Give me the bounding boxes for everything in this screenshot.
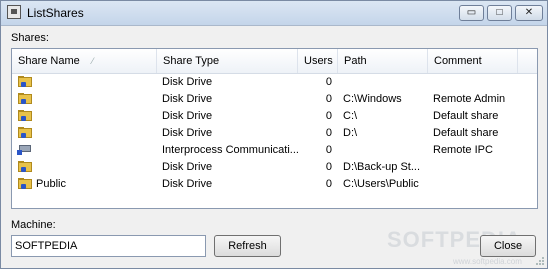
- share-name-cell: [17, 142, 157, 159]
- path-cell: [343, 74, 431, 91]
- column-header-filler: [518, 49, 537, 73]
- close-window-button[interactable]: ✕: [515, 5, 543, 21]
- title-bar[interactable]: ListShares ▭ □ ✕: [1, 1, 547, 26]
- share-name-cell: [17, 74, 157, 91]
- share-name-cell: [17, 108, 157, 125]
- users-cell: 0: [325, 93, 332, 105]
- path-cell: C:\Users\Public: [343, 178, 419, 190]
- table-row[interactable]: Disk Drive 0 D:\ Default share: [12, 125, 537, 142]
- column-header-share-name[interactable]: Share Name ⁄: [12, 49, 157, 73]
- sort-indicator-icon: ⁄: [92, 56, 94, 66]
- path-cell: D:\: [343, 127, 358, 139]
- path-cell: [343, 142, 431, 159]
- share-type-cell: Disk Drive: [162, 161, 213, 173]
- table-row[interactable]: Disk Drive 0 C:\Windows Remote Admin: [12, 91, 537, 108]
- share-type-cell: Disk Drive: [162, 93, 213, 105]
- column-header-comment[interactable]: Comment: [428, 49, 518, 73]
- close-icon: ✕: [524, 7, 534, 18]
- share-type-cell: Disk Drive: [162, 110, 213, 122]
- share-name-cell: [17, 125, 157, 142]
- column-header-users[interactable]: Users: [298, 49, 338, 73]
- column-header-path[interactable]: Path: [338, 49, 428, 73]
- machine-label: Machine:: [11, 219, 56, 231]
- shared-folder-icon: [17, 110, 33, 122]
- comment-cell: [433, 159, 533, 176]
- share-name-cell: [17, 159, 157, 176]
- maximize-button[interactable]: □: [487, 5, 512, 21]
- window-title: ListShares: [27, 6, 84, 20]
- column-label: Share Name: [18, 55, 80, 67]
- resize-grip-icon[interactable]: [535, 256, 545, 266]
- share-type-cell: Disk Drive: [162, 76, 213, 88]
- list-header: Share Name ⁄ Share Type Users Path Comme…: [12, 49, 537, 74]
- maximize-icon: □: [496, 7, 503, 18]
- listshares-window: ListShares ▭ □ ✕ Shares: Share Name ⁄ Sh…: [0, 0, 548, 269]
- shared-folder-icon: [17, 76, 33, 88]
- shared-folder-icon: [17, 127, 33, 139]
- table-row[interactable]: Disk Drive 0 D:\Back-up St...: [12, 159, 537, 176]
- share-type-cell: Disk Drive: [162, 178, 213, 190]
- minimize-icon: ▭: [466, 7, 477, 18]
- comment-cell: Default share: [433, 110, 499, 122]
- shares-list[interactable]: Share Name ⁄ Share Type Users Path Comme…: [11, 48, 538, 209]
- users-cell: 0: [325, 144, 332, 156]
- table-row[interactable]: Disk Drive 0 C:\ Default share: [12, 108, 537, 125]
- table-row[interactable]: Interprocess Communicati... 0 Remote IPC: [12, 142, 537, 159]
- users-cell: 0: [325, 76, 332, 88]
- path-cell: C:\Windows: [343, 93, 402, 105]
- share-name-cell: [17, 91, 157, 108]
- ipc-share-icon: [17, 145, 33, 155]
- share-type-cell: Disk Drive: [162, 127, 213, 139]
- shares-label: Shares:: [11, 32, 49, 44]
- comment-cell: Remote IPC: [433, 144, 493, 156]
- users-cell: 0: [325, 110, 332, 122]
- comment-cell: Remote Admin: [433, 93, 506, 105]
- machine-input[interactable]: SOFTPEDIA: [11, 235, 206, 257]
- app-icon: [7, 5, 21, 19]
- comment-cell: Default share: [433, 127, 499, 139]
- users-cell: 0: [325, 178, 332, 190]
- path-cell: C:\: [343, 110, 358, 122]
- comment-cell: [433, 74, 533, 91]
- share-type-cell: Interprocess Communicati...: [162, 144, 298, 156]
- shared-folder-icon: [17, 93, 33, 105]
- refresh-button[interactable]: Refresh: [214, 235, 281, 257]
- minimize-button[interactable]: ▭: [459, 5, 484, 21]
- comment-cell: [433, 176, 533, 193]
- shared-folder-icon: [17, 161, 33, 173]
- column-header-share-type[interactable]: Share Type: [157, 49, 298, 73]
- shared-folder-icon: [17, 178, 33, 190]
- users-cell: 0: [325, 161, 332, 173]
- path-cell: D:\Back-up St...: [343, 161, 421, 173]
- share-name-cell: Public: [17, 176, 157, 193]
- watermark-url: www.softpedia.com: [453, 257, 522, 266]
- table-row[interactable]: Public Disk Drive 0 C:\Users\Public: [12, 176, 537, 193]
- close-button[interactable]: Close: [480, 235, 536, 257]
- share-name-text: Public: [36, 178, 66, 190]
- table-row[interactable]: Disk Drive 0: [12, 74, 537, 91]
- users-cell: 0: [325, 127, 332, 139]
